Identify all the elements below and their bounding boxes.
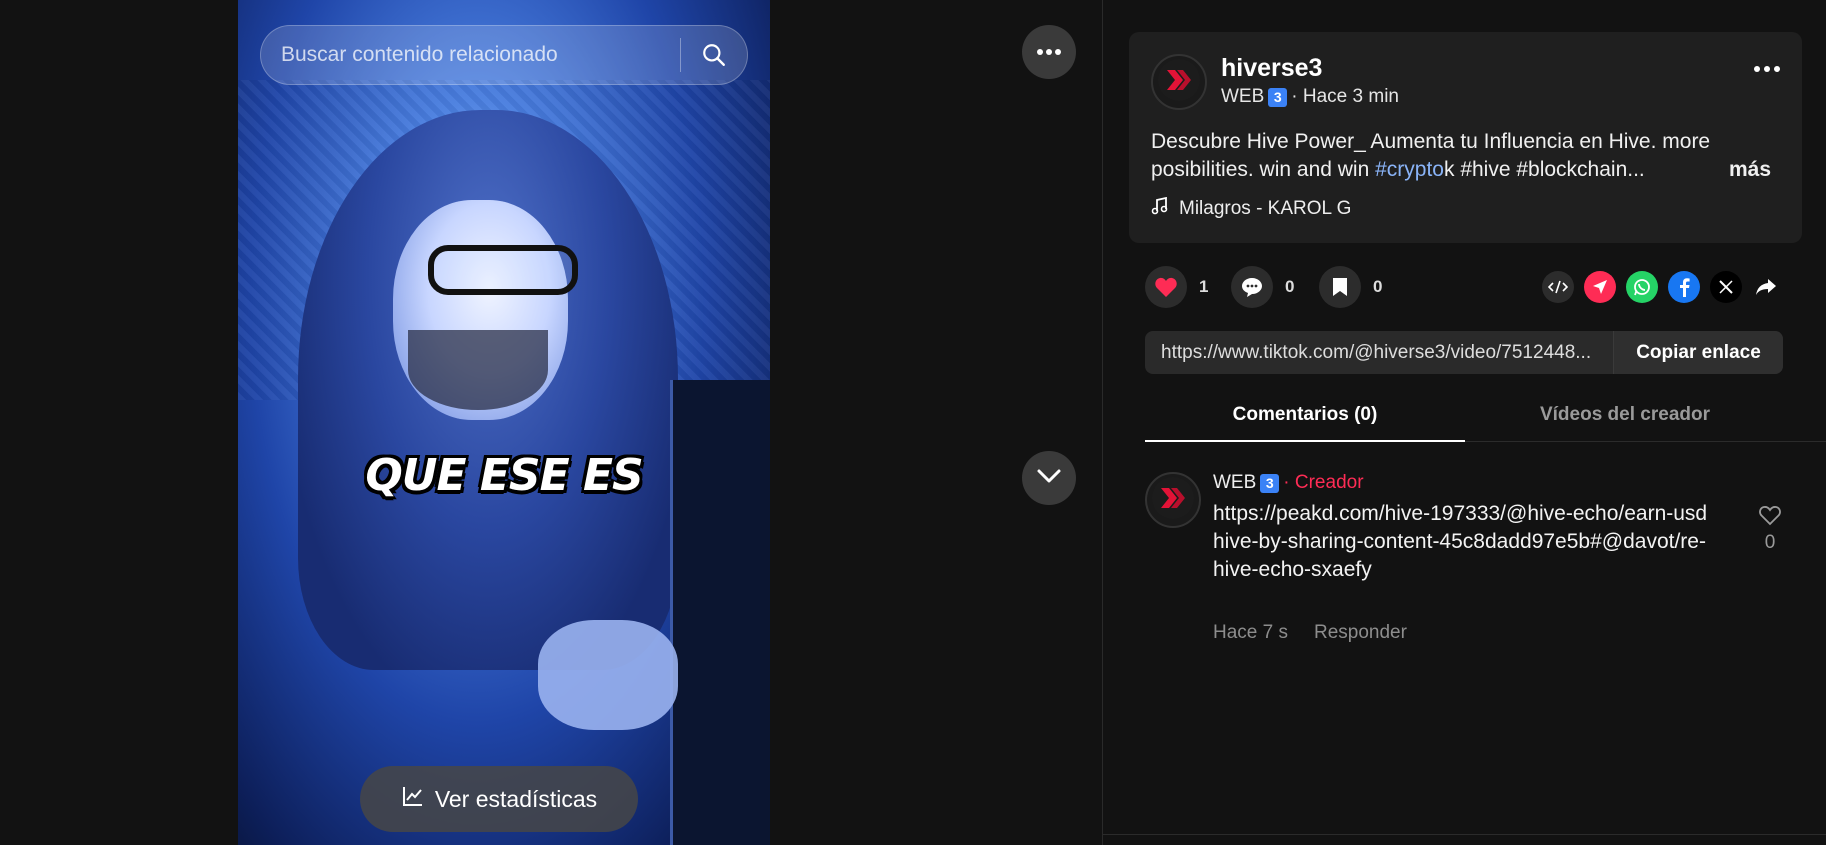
related-search-bar <box>260 25 748 85</box>
comment-icon <box>1231 266 1273 308</box>
avatar[interactable] <box>1151 54 1207 110</box>
dot-icon <box>1774 66 1780 72</box>
post-options-button[interactable] <box>1754 66 1780 72</box>
like-button[interactable]: 1 <box>1145 266 1208 308</box>
comment-footer: Hace 7 s Responder <box>1213 622 1407 644</box>
heart-outline-icon <box>1758 506 1782 531</box>
comment-author-name: WEB <box>1213 472 1257 493</box>
video-url[interactable]: https://www.tiktok.com/@hiverse3/video/7… <box>1145 331 1613 374</box>
more-button[interactable]: más <box>1729 156 1771 184</box>
embed-icon[interactable] <box>1542 271 1574 303</box>
comment-badge: 3 <box>1260 473 1280 493</box>
music-link[interactable]: Milagros - KAROL G <box>1151 196 1352 221</box>
tabs: Comentarios (0) Vídeos del creador <box>1145 396 1826 442</box>
share-arrow-icon[interactable] <box>1750 271 1782 303</box>
next-video-button[interactable] <box>1022 451 1076 505</box>
like-count: 1 <box>1199 277 1209 296</box>
music-title: Milagros - KAROL G <box>1179 198 1352 219</box>
heart-icon <box>1145 266 1187 308</box>
chart-icon <box>401 784 425 814</box>
video-caption: QUE ESE ES <box>365 450 643 501</box>
comment-count: 0 <box>1285 277 1295 296</box>
video-frame[interactable]: QUE ESE ES <box>238 0 770 845</box>
tab-creator-videos[interactable]: Vídeos del creador <box>1465 396 1785 442</box>
copy-link-button[interactable]: Copiar enlace <box>1613 331 1783 374</box>
comment-author[interactable]: WEB 3 · Creador <box>1213 472 1364 494</box>
facebook-icon[interactable] <box>1668 271 1700 303</box>
username[interactable]: hiverse3 <box>1221 54 1322 83</box>
hive-logo-icon <box>1157 58 1201 107</box>
save-button[interactable]: 0 <box>1319 266 1382 308</box>
search-input[interactable] <box>261 26 680 84</box>
comment-button[interactable]: 0 <box>1231 266 1294 308</box>
whatsapp-icon[interactable] <box>1626 271 1658 303</box>
comment-like-count: 0 <box>1764 532 1776 553</box>
details-panel: hiverse3 WEB 3 · Hace 3 min Descubre Hiv… <box>1102 0 1826 845</box>
comment-like-button[interactable]: 0 <box>1755 504 1785 554</box>
search-icon[interactable] <box>681 25 747 85</box>
video-glasses <box>428 245 578 295</box>
comment-text: https://peakd.com/hive-197333/@hive-echo… <box>1213 502 1708 581</box>
creator-label: · Creador <box>1283 472 1364 493</box>
copy-link-row: https://www.tiktok.com/@hiverse3/video/7… <box>1145 331 1783 374</box>
view-stats-label: Ver estadísticas <box>434 785 598 812</box>
bookmark-icon <box>1319 266 1361 308</box>
comment-avatar[interactable] <box>1145 472 1201 528</box>
author-label: WEB <box>1221 86 1265 107</box>
action-bar: 1 0 0 <box>1145 266 1785 308</box>
send-icon[interactable] <box>1584 271 1616 303</box>
x-icon[interactable] <box>1710 271 1742 303</box>
dot-icon <box>1764 66 1770 72</box>
tab-comments[interactable]: Comentarios (0) <box>1145 396 1465 442</box>
more-horizontal-icon <box>1036 43 1062 61</box>
view-stats-button[interactable]: Ver estadísticas <box>360 766 638 832</box>
music-note-icon <box>1151 196 1169 221</box>
description-rest: k #hive #blockchain... <box>1443 158 1645 181</box>
video-beard <box>408 330 548 410</box>
post-time: · Hace 3 min <box>1291 86 1399 107</box>
hashtag-link[interactable]: #crypto <box>1375 158 1444 181</box>
video-player-area: QUE ESE ES Ver estadísticas <box>0 0 1102 845</box>
chevron-down-icon <box>1036 468 1062 489</box>
post-meta: WEB 3 · Hace 3 min <box>1221 86 1399 108</box>
video-more-button[interactable] <box>1022 25 1076 79</box>
reply-button[interactable]: Responder <box>1314 622 1407 644</box>
post-card: hiverse3 WEB 3 · Hace 3 min Descubre Hiv… <box>1129 32 1802 243</box>
badge: 3 <box>1268 87 1288 107</box>
save-count: 0 <box>1373 277 1383 296</box>
post-description: Descubre Hive Power_ Aumenta tu Influenc… <box>1151 128 1771 184</box>
panel-divider <box>1103 834 1826 835</box>
hive-logo-icon <box>1151 476 1195 525</box>
video-hand <box>538 620 678 730</box>
dot-icon <box>1754 66 1760 72</box>
comment-time: Hace 7 s <box>1213 622 1288 643</box>
